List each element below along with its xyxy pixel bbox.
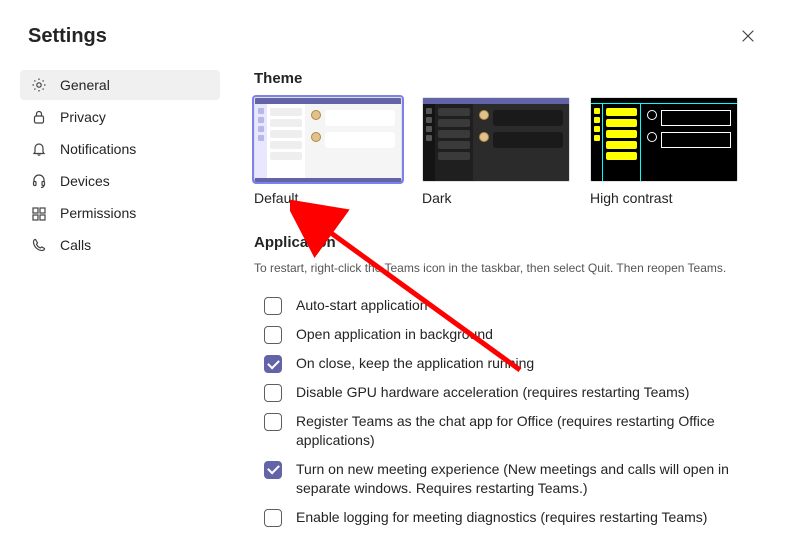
theme-preview-high-contrast	[590, 97, 738, 182]
checkbox-disable-gpu[interactable]	[264, 384, 282, 402]
theme-preview-default	[254, 97, 402, 182]
checkbox-new-meeting-experience[interactable]	[264, 461, 282, 479]
option-on-close-keep-running: On close, keep the application running	[254, 349, 770, 378]
application-subtext: To restart, right-click the Teams icon i…	[254, 261, 770, 275]
sidebar-item-permissions[interactable]: Permissions	[20, 198, 220, 228]
checkbox-label: Register Teams as the chat app for Offic…	[296, 412, 770, 450]
option-open-background: Open application in background	[254, 320, 770, 349]
sidebar-item-notifications[interactable]: Notifications	[20, 134, 220, 164]
option-disable-gpu: Disable GPU hardware acceleration (requi…	[254, 378, 770, 407]
sidebar-item-general[interactable]: General	[20, 70, 220, 100]
theme-option-high-contrast[interactable]: High contrast	[590, 97, 738, 206]
checkbox-label: Enable logging for meeting diagnostics (…	[296, 508, 707, 527]
close-icon	[742, 30, 754, 42]
gear-icon	[30, 77, 48, 93]
sidebar-item-label: Privacy	[60, 109, 106, 125]
checkbox-label: On close, keep the application running	[296, 354, 534, 373]
theme-label: High contrast	[590, 190, 738, 206]
sidebar-item-label: Permissions	[60, 205, 136, 221]
sidebar-item-label: General	[60, 77, 110, 93]
close-button[interactable]	[734, 22, 762, 50]
checkbox-label: Turn on new meeting experience (New meet…	[296, 460, 770, 498]
theme-label: Default	[254, 190, 402, 206]
lock-icon	[30, 109, 48, 125]
checkbox-register-chat-app[interactable]	[264, 413, 282, 431]
sidebar-item-label: Devices	[60, 173, 110, 189]
checkbox-on-close-keep-running[interactable]	[264, 355, 282, 373]
theme-heading: Theme	[254, 70, 770, 87]
theme-preview-dark	[422, 97, 570, 182]
sidebar-item-label: Calls	[60, 237, 91, 253]
checkbox-open-background[interactable]	[264, 326, 282, 344]
sidebar-item-privacy[interactable]: Privacy	[20, 102, 220, 132]
page-title: Settings	[28, 25, 107, 48]
key-icon	[30, 205, 48, 221]
checkbox-label: Auto-start application	[296, 296, 428, 315]
option-new-meeting-experience: Turn on new meeting experience (New meet…	[254, 455, 770, 503]
sidebar-item-label: Notifications	[60, 141, 136, 157]
phone-icon	[30, 237, 48, 253]
headset-icon	[30, 173, 48, 189]
theme-option-dark[interactable]: Dark	[422, 97, 570, 206]
checkbox-auto-start[interactable]	[264, 297, 282, 315]
theme-label: Dark	[422, 190, 570, 206]
sidebar-item-calls[interactable]: Calls	[20, 230, 220, 260]
checkbox-label: Open application in background	[296, 325, 493, 344]
sidebar-item-devices[interactable]: Devices	[20, 166, 220, 196]
application-heading: Application	[254, 234, 770, 251]
option-auto-start: Auto-start application	[254, 291, 770, 320]
theme-option-default[interactable]: Default	[254, 97, 402, 206]
checkbox-enable-logging[interactable]	[264, 509, 282, 527]
option-enable-logging: Enable logging for meeting diagnostics (…	[254, 503, 770, 532]
option-register-chat-app: Register Teams as the chat app for Offic…	[254, 407, 770, 455]
bell-icon	[30, 141, 48, 157]
settings-sidebar: General Privacy Notifications Devices Pe	[20, 70, 220, 532]
checkbox-label: Disable GPU hardware acceleration (requi…	[296, 383, 689, 402]
